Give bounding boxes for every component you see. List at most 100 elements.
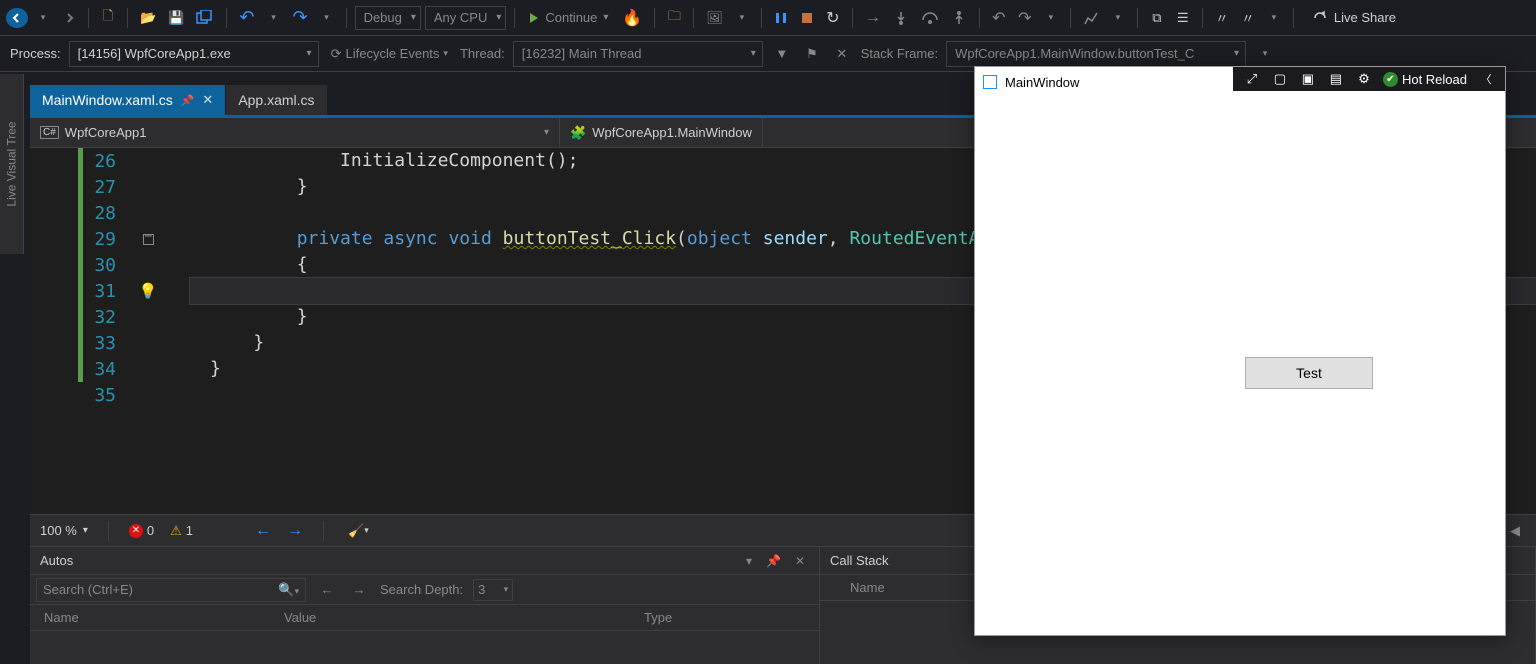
search-depth-input[interactable]: 3 ▾ bbox=[473, 579, 513, 601]
live-share-label: Live Share bbox=[1334, 10, 1396, 25]
filter-icon[interactable]: ▼ bbox=[771, 43, 793, 65]
hot-reload-icon[interactable]: 🔥 bbox=[618, 7, 646, 29]
restart-button[interactable]: ↻ bbox=[822, 7, 844, 29]
lightbulb-icon[interactable]: 💡 bbox=[139, 282, 158, 300]
stop-debug-button[interactable] bbox=[796, 7, 818, 29]
snapshot-icon[interactable]: 🖼 bbox=[702, 7, 727, 29]
hot-reload-check-icon: ✔ bbox=[1383, 72, 1398, 87]
search-icon[interactable]: 🔍▾ bbox=[278, 582, 299, 598]
ic-undo-2[interactable]: ↶ bbox=[988, 7, 1010, 29]
search-depth-label: Search Depth: bbox=[380, 582, 463, 597]
lifecycle-events-button[interactable]: ⟳ Lifecycle Events ▾ bbox=[327, 43, 452, 65]
panel-pin-icon[interactable]: 📌 bbox=[762, 554, 785, 568]
solution-config-dropdown[interactable]: Debug bbox=[355, 6, 421, 30]
pin-icon[interactable]: 📌 bbox=[181, 94, 195, 107]
stackframe-label: Stack Frame: bbox=[861, 46, 938, 61]
continue-label: Continue bbox=[545, 10, 597, 25]
track-focus-icon[interactable]: ▤ bbox=[1327, 70, 1345, 88]
toggle-icon[interactable]: ⚙ bbox=[1355, 70, 1373, 88]
display-layout-icon[interactable]: ▣ bbox=[1299, 70, 1317, 88]
col-name[interactable]: Name bbox=[44, 610, 284, 625]
live-share-button[interactable]: Live Share bbox=[1302, 10, 1406, 26]
step-out-button[interactable] bbox=[947, 7, 971, 29]
col-value[interactable]: Value bbox=[284, 610, 644, 625]
thread-value: [16232] Main Thread bbox=[522, 46, 642, 61]
next-issue-button[interactable]: → bbox=[287, 522, 303, 540]
continue-button[interactable]: Continue ▾ bbox=[523, 7, 614, 29]
source-icon[interactable]: ✕ bbox=[831, 43, 853, 65]
share-icon bbox=[1312, 10, 1328, 26]
flag-icon[interactable]: ⚑ bbox=[801, 43, 823, 65]
stackframe-dropdown[interactable]: WpfCoreApp1.MainWindow.buttonTest_C bbox=[946, 41, 1246, 67]
tab-app[interactable]: App.xaml.cs bbox=[226, 85, 327, 115]
toolbar-chevron-3[interactable]: ▾ bbox=[1107, 7, 1129, 29]
wpf-test-button[interactable]: Test bbox=[1245, 357, 1373, 389]
warning-icon: ⚠ bbox=[170, 523, 182, 539]
nav-project-dropdown[interactable]: C# WpfCoreApp1 ▾ bbox=[30, 118, 560, 147]
toolbar-chevron-4[interactable]: ▾ bbox=[1263, 7, 1285, 29]
tab-mainwindow[interactable]: MainWindow.xaml.cs 📌 ✕ bbox=[30, 85, 226, 115]
autos-panel: Autos ▾ 📌 ✕ Search (Ctrl+E) 🔍▾ ← → Searc… bbox=[30, 547, 820, 664]
intellitrace-icon[interactable] bbox=[1079, 7, 1103, 29]
collapse-toolbar-icon[interactable]: 〈 bbox=[1477, 70, 1495, 88]
gutter: 26 27 28 29 30 31💡 32 33 34 35 bbox=[30, 148, 190, 514]
collapse-toggle[interactable] bbox=[143, 234, 154, 245]
clean-icon[interactable]: 🧹▾ bbox=[344, 520, 373, 542]
step-into-button[interactable] bbox=[889, 7, 913, 29]
panel-dropdown-icon[interactable]: ▾ bbox=[742, 554, 756, 568]
in-app-toolbar: ⤢ ▢ ▣ ▤ ⚙ ✔ Hot Reload 〈 bbox=[1233, 67, 1505, 91]
toolbar-chevron-2[interactable]: ▾ bbox=[1040, 7, 1062, 29]
tab-mainwindow-label: MainWindow.xaml.cs bbox=[42, 92, 173, 108]
running-app-window[interactable]: ⤢ ▢ ▣ ▤ ⚙ ✔ Hot Reload 〈 MainWindow — Te… bbox=[974, 66, 1506, 636]
save-all-button[interactable] bbox=[192, 7, 218, 29]
show-next-statement-button[interactable]: → bbox=[861, 7, 885, 29]
undo-button[interactable]: ↶ bbox=[235, 7, 258, 29]
toolbar2-chevron[interactable]: ▾ bbox=[1254, 43, 1276, 65]
csharp-icon: C# bbox=[40, 126, 59, 139]
open-file-button[interactable]: 📂 bbox=[136, 7, 160, 29]
toolbar-chevron-1[interactable]: ▾ bbox=[731, 7, 753, 29]
step-over-button[interactable] bbox=[917, 7, 943, 29]
error-icon: ✕ bbox=[129, 524, 143, 538]
new-item-button[interactable]: 🗋 bbox=[97, 7, 119, 29]
lifecycle-events-label: Lifecycle Events bbox=[345, 46, 439, 61]
quote-icon-1[interactable]: 〃 bbox=[1211, 7, 1233, 29]
nav-forward-button[interactable] bbox=[58, 7, 80, 29]
panel-close-icon[interactable]: ✕ bbox=[791, 554, 809, 568]
error-count[interactable]: ✕ 0 bbox=[129, 523, 154, 538]
redo-chevron[interactable]: ▾ bbox=[316, 7, 338, 29]
thread-label: Thread: bbox=[460, 46, 505, 61]
nav-back-button[interactable] bbox=[6, 8, 28, 28]
thread-dropdown[interactable]: [16232] Main Thread bbox=[513, 41, 763, 67]
undo-chevron[interactable]: ▾ bbox=[262, 7, 284, 29]
search-forward-button[interactable]: → bbox=[348, 579, 370, 601]
warning-count[interactable]: ⚠ 1 bbox=[170, 523, 193, 539]
hot-reload-label: Hot Reload bbox=[1402, 72, 1467, 87]
autos-search-input[interactable]: Search (Ctrl+E) 🔍▾ bbox=[36, 578, 306, 602]
scroll-left-button[interactable]: ◀ bbox=[1504, 520, 1526, 542]
folder-icon[interactable]: 🗀 bbox=[663, 7, 685, 29]
zoom-dropdown[interactable]: 100 % ▾ bbox=[40, 523, 88, 538]
ic-redo-2[interactable]: ↷ bbox=[1014, 7, 1036, 29]
quote-icon-2[interactable]: 〃 bbox=[1237, 7, 1259, 29]
search-back-button[interactable]: ← bbox=[316, 579, 338, 601]
solution-platform-dropdown[interactable]: Any CPU bbox=[425, 6, 506, 30]
nav-class-dropdown[interactable]: 🧩 WpfCoreApp1.MainWindow bbox=[560, 118, 763, 147]
prev-issue-button[interactable]: ← bbox=[255, 522, 271, 540]
layout-icon-2[interactable]: ☰ bbox=[1172, 7, 1194, 29]
play-icon bbox=[529, 12, 539, 24]
autos-title: Autos bbox=[40, 553, 736, 568]
process-dropdown[interactable]: [14156] WpfCoreApp1.exe bbox=[69, 41, 319, 67]
select-element-icon[interactable]: ▢ bbox=[1271, 70, 1289, 88]
layout-icon-1[interactable]: ⧉ bbox=[1146, 7, 1168, 29]
stackframe-value: WpfCoreApp1.MainWindow.buttonTest_C bbox=[955, 46, 1194, 61]
autos-searchbar: Search (Ctrl+E) 🔍▾ ← → Search Depth: 3 ▾ bbox=[30, 575, 819, 605]
nav-back-chevron[interactable]: ▾ bbox=[32, 7, 54, 29]
break-all-button[interactable] bbox=[770, 7, 792, 29]
goto-live-visual-tree-icon[interactable]: ⤢ bbox=[1243, 70, 1261, 88]
save-button[interactable]: 💾 bbox=[164, 7, 188, 29]
close-icon[interactable]: ✕ bbox=[202, 92, 213, 108]
redo-button[interactable]: ↷ bbox=[288, 7, 311, 29]
col-type[interactable]: Type bbox=[644, 610, 672, 625]
live-visual-tree-tool[interactable]: Live Visual Tree bbox=[0, 74, 24, 254]
